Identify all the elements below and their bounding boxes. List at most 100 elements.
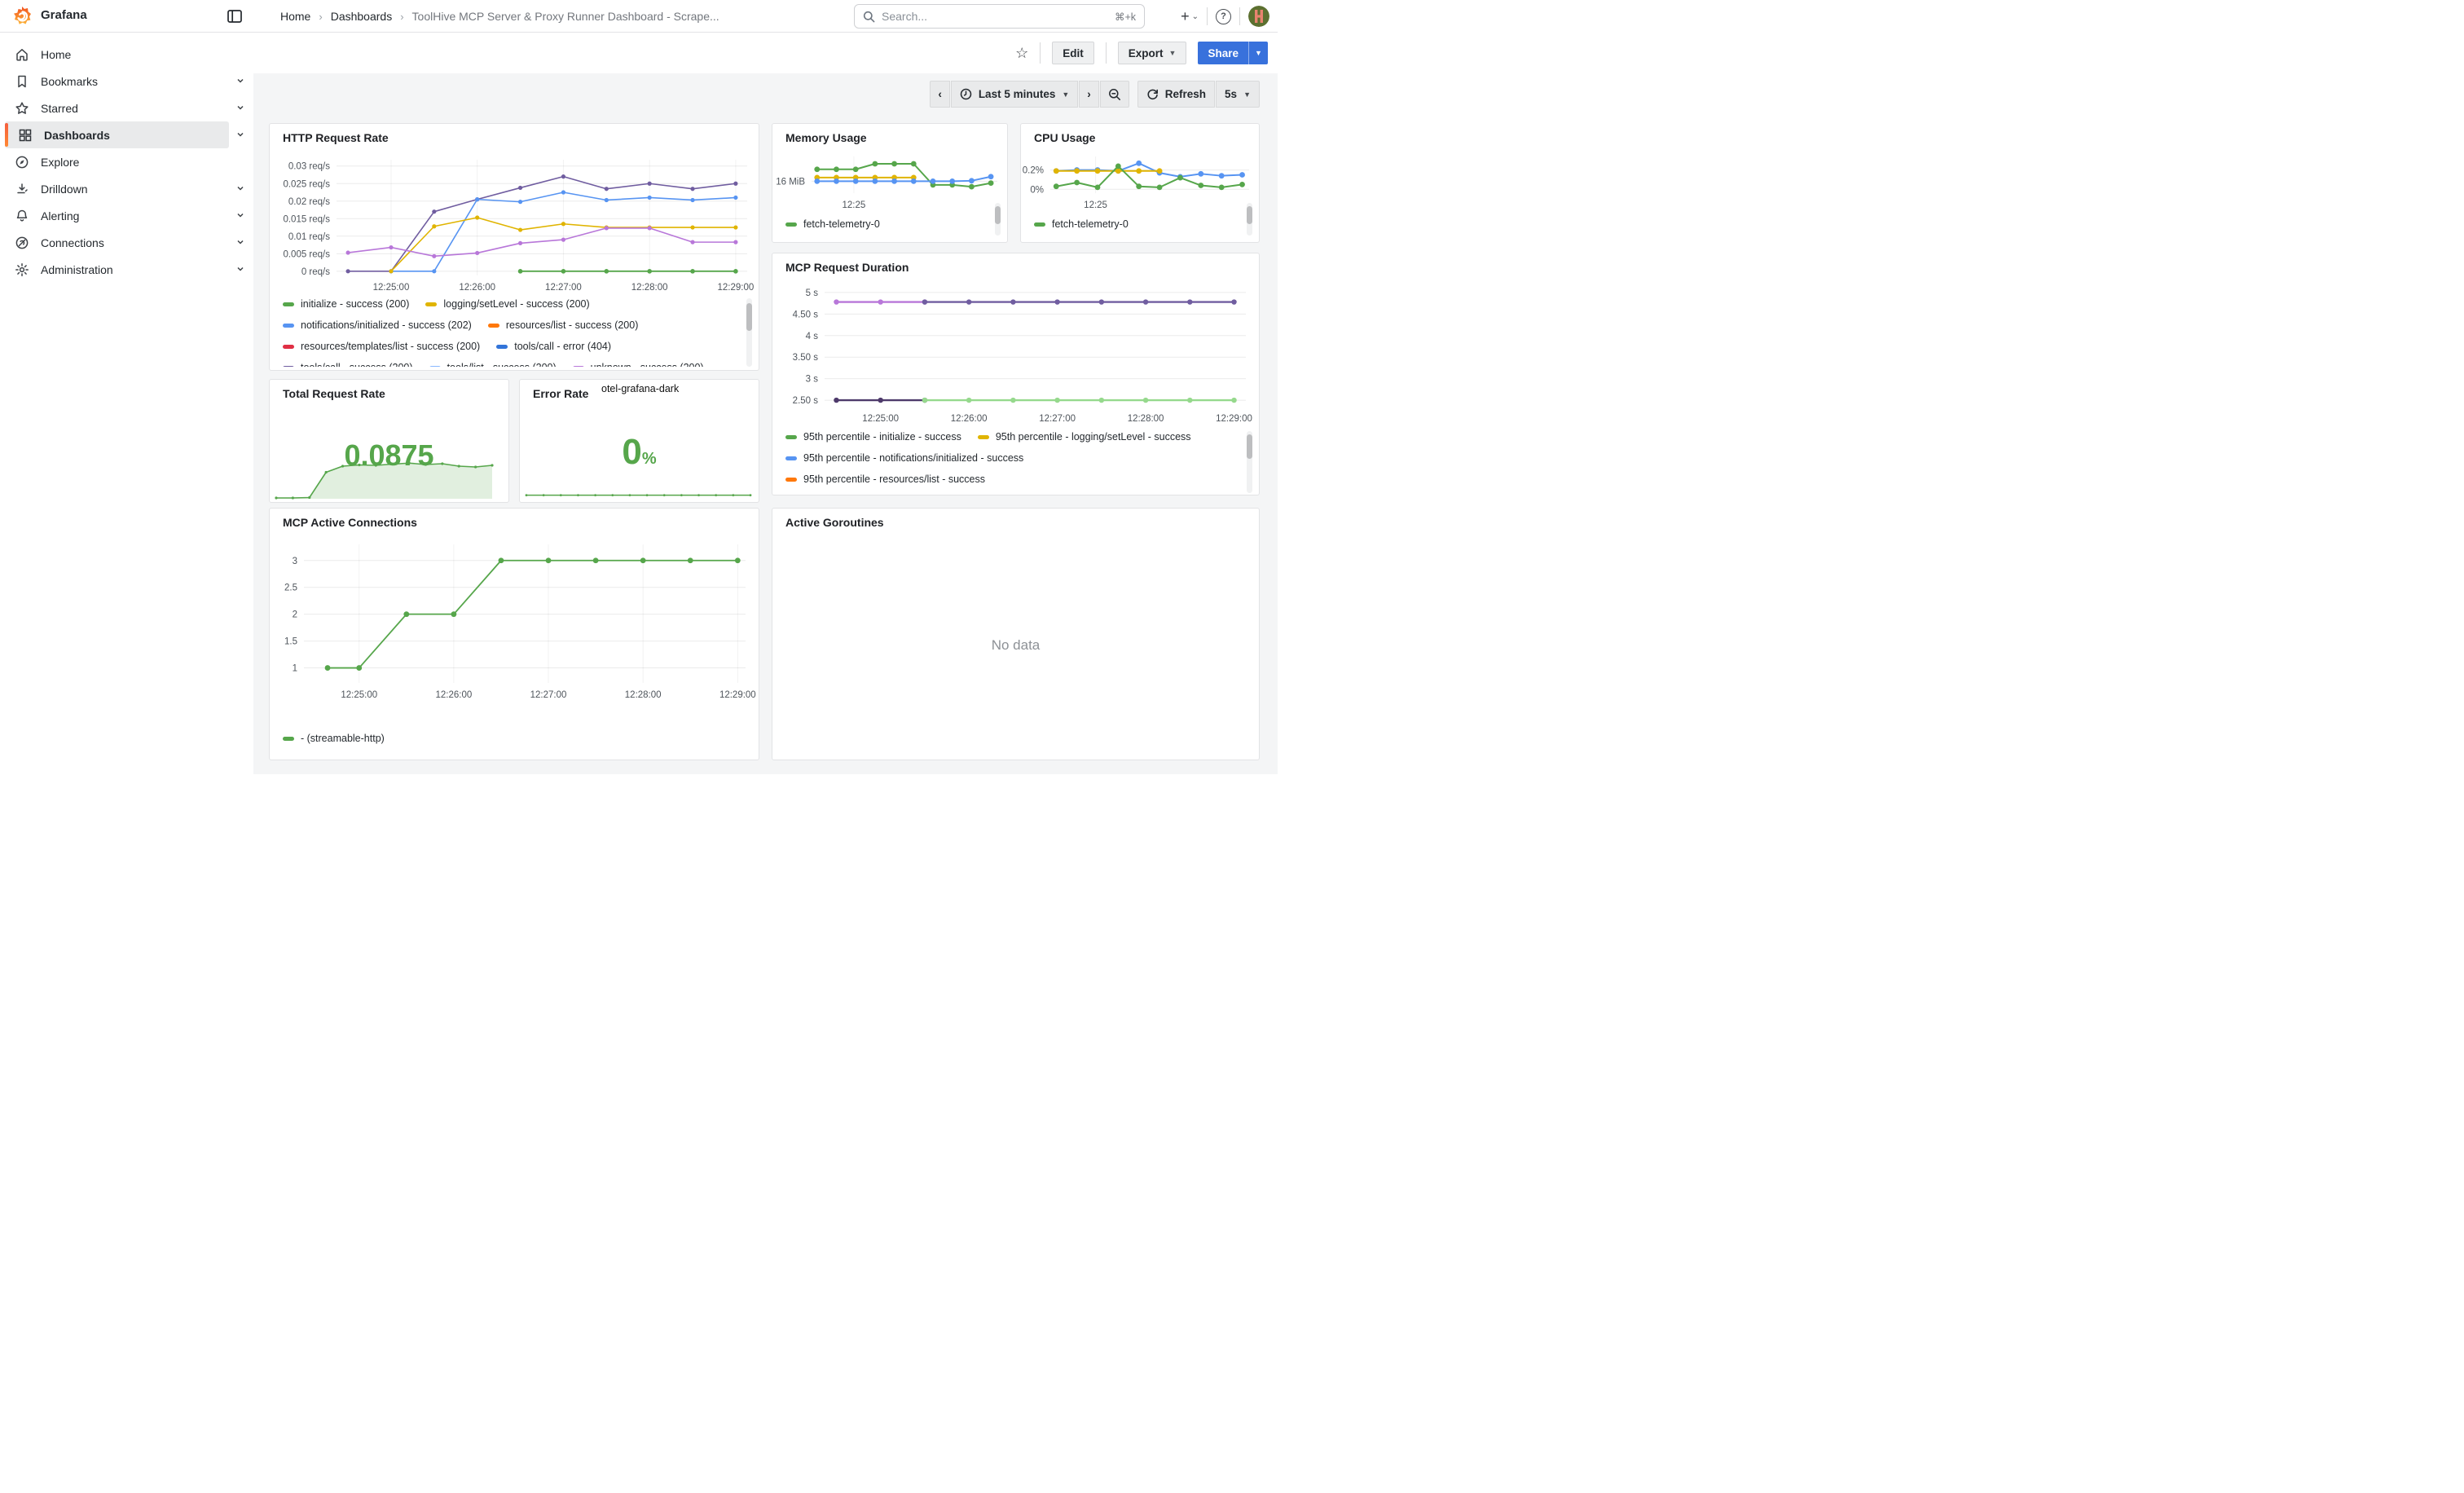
time-shift-back-button[interactable]: ‹ <box>930 81 950 108</box>
search-input[interactable]: Search... ⌘+k <box>854 4 1145 29</box>
refresh-icon <box>1146 88 1159 100</box>
panel-cpu-usage: CPU Usage 0%0.2%12:25 fetch-telemetry-0 <box>1020 123 1260 243</box>
grafana-logo[interactable] <box>11 6 33 27</box>
sidebar-item-alerting[interactable]: Alerting <box>5 202 229 229</box>
panel-http-request-rate: HTTP Request Rate 0 req/s 0.005 req/s 0.01… <box>269 123 759 371</box>
legend-scrollbar[interactable] <box>1247 431 1252 493</box>
sidebar-item-label: Home <box>41 48 71 61</box>
search-icon <box>863 11 875 23</box>
legend-item[interactable]: 95th percentile - notifications/initiali… <box>785 451 1023 465</box>
share-dropdown-button[interactable]: ▼ <box>1248 42 1268 64</box>
svg-text:3: 3 <box>293 557 297 566</box>
legend-item[interactable]: notifications/initialized - success (202… <box>283 318 472 333</box>
chevron-down-icon[interactable] <box>235 130 245 139</box>
edit-button[interactable]: Edit <box>1052 42 1094 64</box>
legend-item[interactable]: fetch-telemetry-0 <box>785 216 880 232</box>
legend-item[interactable]: 95th percentile - resources/list - succe… <box>785 472 985 487</box>
legend-scrollbar[interactable] <box>746 298 752 367</box>
sidebar-item-administration[interactable]: Administration <box>5 256 229 283</box>
panel-title[interactable]: Memory Usage <box>785 131 867 144</box>
svg-text:12:27:00: 12:27:00 <box>530 690 567 700</box>
panel-title[interactable]: Error Rate <box>533 387 588 400</box>
chevron-down-icon[interactable] <box>235 237 245 247</box>
legend-item[interactable]: tools/call - success (200) <box>283 360 413 367</box>
favorite-star-button[interactable]: ☆ <box>1015 46 1028 60</box>
legend-scrollbar[interactable] <box>995 203 1001 236</box>
refresh-interval-picker[interactable]: 5s ▼ <box>1216 81 1260 108</box>
svg-text:4.50 s: 4.50 s <box>793 310 819 319</box>
gear-icon <box>15 262 29 277</box>
legend-item[interactable]: resources/templates/list - success (200) <box>283 339 480 354</box>
zoom-out-button[interactable] <box>1100 81 1129 108</box>
sidebar-item-connections[interactable]: Connections <box>5 229 229 256</box>
legend-color-swatch <box>573 366 584 368</box>
mcp-active-connections-chart[interactable]: 11.522.5312:25:0012:26:0012:27:0012:28:0… <box>270 509 759 760</box>
legend-scrollbar[interactable] <box>1247 203 1252 236</box>
share-button[interactable]: Share <box>1198 42 1248 64</box>
svg-text:12:28:00: 12:28:00 <box>631 283 668 293</box>
svg-text:0%: 0% <box>1030 185 1044 195</box>
legend-color-swatch <box>283 737 294 741</box>
sidebar-item-label: Administration <box>41 263 113 276</box>
panel-title[interactable]: Total Request Rate <box>283 387 385 400</box>
sidebar-item-bookmarks[interactable]: Bookmarks <box>5 68 229 95</box>
svg-text:0.01 req/s: 0.01 req/s <box>288 232 330 242</box>
breadcrumb-separator: › <box>319 11 322 23</box>
divider <box>1106 42 1107 64</box>
legend-item[interactable]: resources/list - success (200) <box>488 318 639 333</box>
panel-title[interactable]: CPU Usage <box>1034 131 1095 144</box>
legend-item[interactable]: unknown - success (200) <box>573 360 704 367</box>
legend-item[interactable]: 95th percentile - resources/templates/li… <box>785 493 1032 495</box>
legend-item[interactable]: tools/list - success (200) <box>429 360 557 367</box>
legend-item[interactable]: fetch-telemetry-0 <box>1034 216 1129 232</box>
legend-item[interactable]: 95th percentile - logging/setLevel - suc… <box>978 429 1191 444</box>
chevron-down-icon[interactable] <box>235 183 245 193</box>
panel-title[interactable]: MCP Active Connections <box>283 516 417 529</box>
svg-text:12:29:00: 12:29:00 <box>719 690 756 700</box>
stat-unit: % <box>642 450 657 468</box>
chevron-down-icon[interactable] <box>235 264 245 274</box>
sidebar-item-drilldown[interactable]: Drilldown <box>5 175 229 202</box>
chevron-down-icon[interactable] <box>235 76 245 86</box>
bookmark-icon <box>15 74 29 89</box>
sidebar-item-home[interactable]: Home <box>5 41 229 68</box>
panel-title[interactable]: HTTP Request Rate <box>283 131 389 144</box>
refresh-interval-label: 5s <box>1225 88 1237 100</box>
time-shift-forward-button[interactable]: › <box>1079 81 1099 108</box>
sidebar-item-explore[interactable]: Explore <box>5 148 229 175</box>
refresh-button[interactable]: Refresh <box>1137 81 1215 108</box>
breadcrumb-home[interactable]: Home <box>280 10 310 23</box>
sidebar-item-starred[interactable]: Starred <box>5 95 229 121</box>
legend-color-swatch <box>283 366 294 368</box>
add-new-button[interactable]: +⌄ <box>1181 8 1199 25</box>
export-button[interactable]: Export▼ <box>1118 42 1187 64</box>
user-avatar[interactable] <box>1248 6 1269 27</box>
app-header: Grafana Home › Dashboards › ToolHive MCP… <box>0 0 1278 33</box>
legend-item[interactable]: tools/call - error (404) <box>496 339 611 354</box>
sidebar-item-dashboards[interactable]: Dashboards <box>5 121 229 148</box>
svg-text:0 req/s: 0 req/s <box>301 267 330 277</box>
panel-title[interactable]: MCP Request Duration <box>785 261 909 274</box>
plus-icon: + <box>1181 8 1190 25</box>
time-range-picker[interactable]: Last 5 minutes ▼ <box>951 81 1078 108</box>
help-button[interactable]: ? <box>1216 9 1231 24</box>
sidebar-item-label: Connections <box>41 236 104 249</box>
svg-text:0.005 req/s: 0.005 req/s <box>283 249 330 259</box>
chevron-down-icon[interactable] <box>235 210 245 220</box>
legend-item[interactable]: logging/setLevel - success (200) <box>425 297 589 311</box>
panel-mcp-request-duration: MCP Request Duration 2.50 s3 s3.50 s4 s4… <box>772 253 1260 495</box>
chevron-down-icon[interactable] <box>235 103 245 112</box>
svg-text:12:28:00: 12:28:00 <box>625 690 662 700</box>
legend-item[interactable]: 95th percentile - initialize - success <box>785 429 961 444</box>
search-placeholder: Search... <box>882 10 1108 23</box>
sidebar-toggle-icon[interactable] <box>227 8 243 24</box>
breadcrumb-dashboards[interactable]: Dashboards <box>331 10 393 23</box>
svg-text:0.02 req/s: 0.02 req/s <box>288 197 330 207</box>
svg-text:0.2%: 0.2% <box>1023 166 1044 176</box>
legend-item[interactable]: - (streamable-http) <box>283 730 385 746</box>
legend-color-swatch <box>283 345 294 349</box>
legend-item[interactable]: initialize - success (200) <box>283 297 409 311</box>
legend-color-swatch <box>425 302 437 306</box>
panel-title[interactable]: Active Goroutines <box>785 516 884 529</box>
svg-text:16 MiB: 16 MiB <box>776 177 805 187</box>
